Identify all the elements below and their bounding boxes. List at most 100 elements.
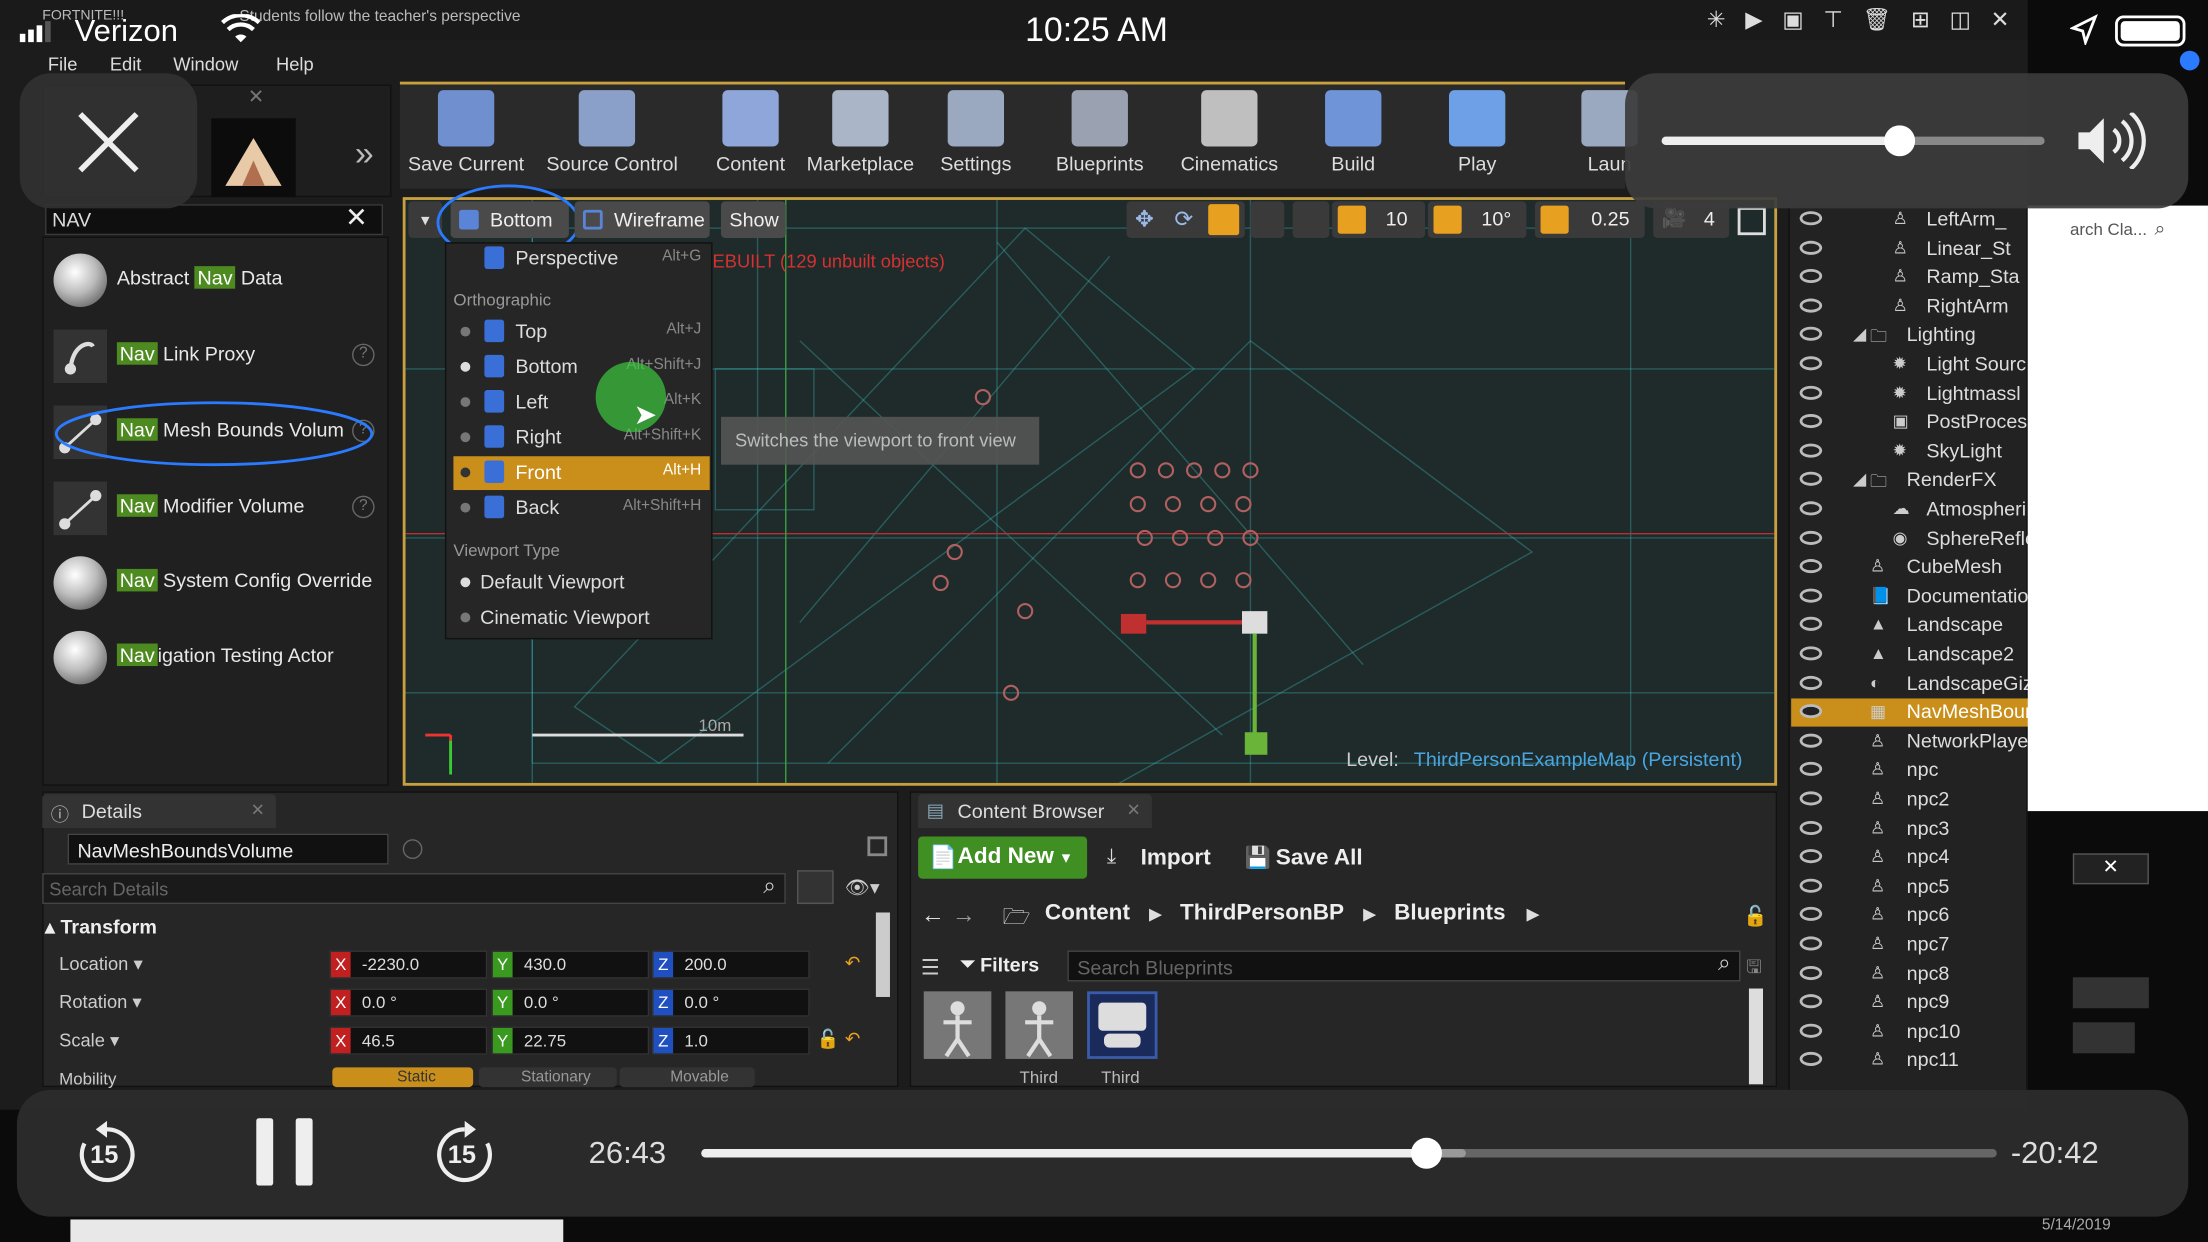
transform-section[interactable]: ▴ Transform (45, 915, 157, 939)
close-tab-icon[interactable]: ✕ (1127, 800, 1141, 820)
toolbar-save-current-button[interactable]: Save Current (406, 84, 527, 183)
dropdown-icon[interactable] (2072, 1022, 2135, 1054)
outliner-row[interactable]: ◢ 🗀 RenderFX (1791, 467, 2030, 495)
outliner-row[interactable]: ♙ npc3 (1791, 815, 2030, 843)
visibility-eye-icon[interactable] (1799, 704, 1823, 719)
place-search-input[interactable]: NAV ✕ (45, 204, 384, 236)
mobility-movable-button[interactable]: Movable (619, 1067, 755, 1088)
rotation-snap-control[interactable]: 10° (1427, 201, 1527, 238)
outliner-row[interactable]: ♙ LeftArm_ (1791, 206, 2030, 234)
move-icon[interactable]: ✥ (1135, 206, 1154, 234)
help-icon[interactable]: ? (352, 343, 375, 367)
visibility-eye-icon[interactable] (1799, 965, 1823, 980)
breadcrumb-blueprints[interactable]: Blueprints (1394, 901, 1505, 926)
mobility-stationary-button[interactable]: Stationary (478, 1067, 617, 1088)
outliner-row[interactable]: ▣ PostProces (1791, 409, 2030, 437)
visibility-eye-icon[interactable] (1799, 588, 1823, 603)
toolbar-blueprints-button[interactable]: Blueprints (1039, 84, 1160, 183)
menu-item-left[interactable]: Left Alt+K (453, 386, 709, 420)
breadcrumb-thirdpersonbp[interactable]: ThirdPersonBP (1180, 901, 1344, 926)
outliner-row[interactable]: ♙ Ramp_Sta (1791, 264, 2030, 292)
save-all-button[interactable]: 💾 Save All (1245, 842, 1372, 876)
view-mode-button[interactable]: Wireframe (574, 201, 710, 238)
visibility-eye-icon[interactable] (1799, 298, 1823, 313)
toolbar-cinematics-button[interactable]: Cinematics (1169, 84, 1290, 183)
outliner-row[interactable]: ♙ npc10 (1791, 1018, 2030, 1046)
volume-track[interactable] (1661, 125, 2045, 157)
sources-panel-icon[interactable]: ☰ (921, 955, 940, 980)
actor-name-field[interactable]: NavMeshBoundsVolume (67, 833, 389, 865)
outliner-row[interactable]: ◐ LandscapeGiz (1791, 670, 2033, 698)
outliner-row[interactable]: ✹ Light Sourc (1791, 351, 2030, 379)
surface-snap-icon[interactable] (1292, 201, 1330, 238)
visibility-eye-icon[interactable] (1799, 240, 1823, 255)
menu-item-cinematic-viewport[interactable]: Cinematic Viewport (453, 601, 709, 635)
menu-item-back[interactable]: Back Alt+Shift+H (453, 491, 709, 525)
visibility-eye-icon[interactable] (1799, 327, 1823, 342)
transform-tools[interactable]: ✥ ⟳ (1126, 201, 1245, 238)
forward-arrow-icon[interactable]: → (952, 901, 976, 929)
visibility-eye-icon[interactable] (1799, 211, 1823, 226)
outliner-row[interactable]: ♙ CubeMesh (1791, 554, 2030, 582)
place-item-abstract-nav-data[interactable]: Abstract Nav Data (48, 245, 386, 315)
toolbar-source-control-button[interactable]: Source Control (546, 84, 678, 183)
save-search-icon[interactable]: 🖫 (1746, 955, 1762, 986)
outliner-row[interactable]: ✹ Lightmassl (1791, 380, 2030, 408)
add-new-button[interactable]: 📄 Add New ▾ (918, 836, 1088, 879)
reset-location-icon[interactable]: ↶ (845, 952, 860, 975)
menu-file[interactable]: File (48, 54, 78, 75)
outliner-row[interactable]: ▲ Landscape2 (1791, 641, 2030, 669)
coord-space-icon[interactable] (1250, 201, 1285, 238)
details-tab[interactable]: ⓘ Details ✕ (42, 794, 276, 828)
skip-forward-15-button[interactable]: 15 (431, 1115, 499, 1191)
content-browser-tab[interactable]: ▤ Content Browser ✕ (918, 794, 1152, 828)
pin-tab-icon[interactable] (2072, 977, 2149, 1009)
outliner-row[interactable]: ♙ npc8 (1791, 960, 2030, 988)
visibility-eye-icon[interactable] (1799, 472, 1823, 487)
visibility-eye-icon[interactable] (1799, 1023, 1823, 1038)
visibility-eye-icon[interactable] (1799, 849, 1823, 864)
visibility-eye-icon[interactable] (1799, 559, 1823, 574)
reset-scale-icon[interactable]: ↶ (845, 1028, 860, 1051)
visibility-eye-icon[interactable] (1799, 907, 1823, 922)
outliner-row[interactable]: ◉ SphereRefle (1791, 525, 2036, 553)
outliner-row[interactable]: ♙ NetworkPlaye (1791, 728, 2030, 756)
volume-control[interactable] (1625, 73, 2189, 209)
visibility-eye-icon[interactable] (1799, 820, 1823, 835)
menu-item-front[interactable]: Front Alt+H (453, 456, 710, 491)
visibility-eye-icon[interactable] (1799, 414, 1823, 429)
outliner-row[interactable]: ▲ Landscape (1791, 612, 2030, 640)
outliner-row[interactable]: ♙ npc4 (1791, 844, 2030, 872)
volume-knob[interactable] (1883, 125, 1915, 157)
asset-thumbnail[interactable] (1005, 991, 1074, 1059)
visibility-eye-icon[interactable] (1799, 356, 1823, 371)
visibility-eye-icon[interactable] (1799, 269, 1823, 284)
grid-snap-control[interactable]: 10 (1332, 201, 1426, 238)
location-y-field[interactable]: Y 430.0 (491, 950, 650, 979)
outliner-row[interactable]: ♙ RightArm (1791, 293, 2030, 321)
scrubber-track[interactable] (701, 1137, 1997, 1169)
toolbar-settings-button[interactable]: Settings (915, 84, 1036, 183)
visibility-eye-icon[interactable] (1799, 1052, 1823, 1067)
landscape-mode-tab[interactable] (211, 118, 296, 198)
asset-thumbnail[interactable] (1087, 991, 1158, 1059)
outliner-row[interactable]: ▦ NavMeshBour (1791, 698, 2032, 727)
outliner-row[interactable]: ✹ SkyLight (1791, 438, 2030, 466)
location-x-field[interactable]: X -2230.0 (329, 950, 488, 979)
lock-icon[interactable] (867, 836, 888, 857)
scale-z-field[interactable]: Z 1.0 (651, 1026, 810, 1055)
ue-window-controls[interactable]: ✳▶▣⊤🗑⊞◫✕ (1707, 6, 2029, 34)
visibility-eye-icon[interactable] (1799, 617, 1823, 632)
place-item-navigation-testing-actor[interactable]: Nav igation Testing Actor (48, 622, 386, 692)
menu-item-perspective[interactable]: Perspective Alt+G (453, 242, 709, 276)
outliner-row[interactable]: 📘 Documentatio (1791, 583, 2030, 611)
place-item-nav-link-proxy[interactable]: Nav Link Proxy ? (48, 321, 386, 391)
help-icon[interactable]: ? (352, 495, 375, 519)
visibility-eye-icon[interactable] (1799, 878, 1823, 893)
search-blueprints-input[interactable]: Search Blueprints ⌕ (1067, 950, 1741, 982)
visibility-eye-icon[interactable] (1799, 385, 1823, 400)
details-scrollbar[interactable] (875, 912, 890, 997)
visibility-eye-icon[interactable] (1799, 733, 1823, 748)
visibility-eye-icon[interactable] (1799, 936, 1823, 951)
scale-label[interactable]: Scale ▾ (59, 1029, 119, 1052)
